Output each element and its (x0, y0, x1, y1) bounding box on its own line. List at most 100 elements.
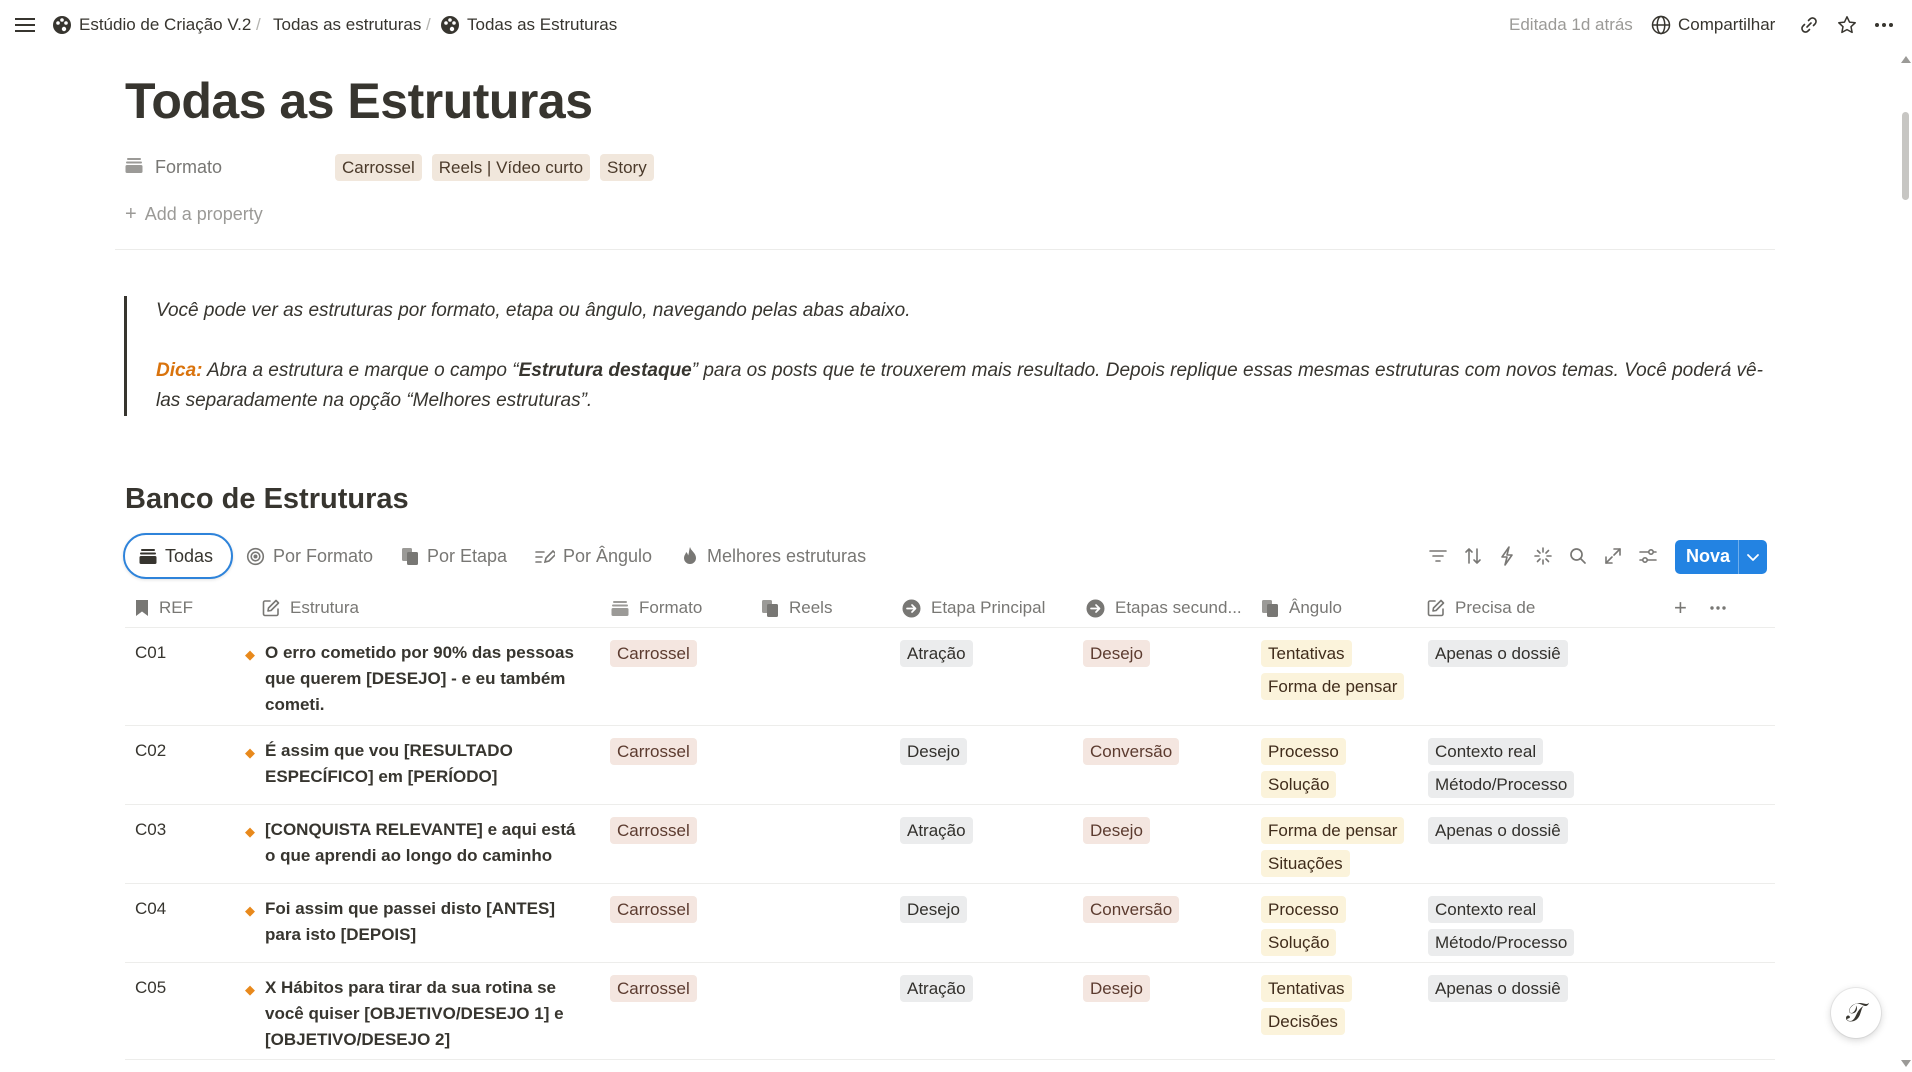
tag-etapa-secundaria: Desejo (1083, 640, 1150, 667)
tab-por-etapa[interactable]: Por Etapa (401, 533, 507, 579)
database-title[interactable]: Banco de Estruturas (125, 483, 409, 516)
precisa-cell[interactable]: Apenas o dossiê (1428, 817, 1568, 844)
lightning-icon[interactable] (1499, 543, 1515, 569)
formato-cell[interactable]: Carrossel (610, 738, 697, 765)
angulo-cell[interactable]: Tentativas Decisões (1261, 975, 1352, 1035)
diamond-icon: ◆ (245, 982, 255, 997)
breadcrumb-all-structures[interactable]: Todas as estruturas (273, 13, 421, 37)
angulo-cell[interactable]: Processo Solução (1261, 738, 1346, 798)
table-row[interactable]: C05 ◆ X Hábitos para tirar da sua rotina … (125, 963, 1775, 1060)
scroll-up-icon[interactable] (1901, 56, 1911, 63)
title-cell[interactable]: ◆ [CONQUISTA RELEVANTE] e aqui está o que… (245, 817, 585, 869)
title-cell[interactable]: ◆ X Hábitos para tirar da sua rotina se v… (245, 975, 585, 1053)
formato-cell[interactable]: Carrossel (610, 896, 697, 923)
sidebar-menu-icon[interactable] (13, 13, 37, 37)
copy-icon (761, 599, 789, 618)
angulo-cell[interactable]: Processo Solução (1261, 896, 1346, 956)
etapa-secundaria-cell[interactable]: Desejo (1083, 817, 1150, 844)
column-angulo[interactable]: Ângulo (1261, 595, 1342, 621)
table-row[interactable]: C04 ◆ Foi assim que passei disto [ANTES] … (125, 884, 1775, 963)
new-button[interactable]: Nova (1675, 540, 1767, 574)
chevron-down-icon[interactable] (1743, 545, 1763, 569)
formato-cell[interactable]: Carrossel (610, 817, 697, 844)
tag-formato: Carrossel (610, 817, 697, 844)
title-text: O erro cometido por 90% das pessoas que … (265, 643, 574, 714)
tag-angulo: Decisões (1261, 1008, 1345, 1035)
scroll-down-icon[interactable] (1901, 1060, 1911, 1067)
ref-cell: C01 (135, 643, 167, 662)
etapa-secundaria-cell[interactable]: Conversão (1083, 738, 1180, 765)
link-icon[interactable] (1797, 13, 1821, 37)
precisa-cell[interactable]: Contexto real Método/Processo (1428, 738, 1575, 798)
etapa-cell[interactable]: Atração (900, 640, 973, 667)
tag-etapa-secundaria: Desejo (1083, 817, 1150, 844)
title-cell[interactable]: ◆ O erro cometido por 90% das pessoas que… (245, 640, 585, 718)
formato-cell[interactable]: Carrossel (610, 640, 697, 667)
angulo-cell[interactable]: Tentativas Forma de pensar (1261, 640, 1405, 700)
column-ref[interactable]: REF (135, 595, 193, 621)
etapa-cell[interactable]: Atração (900, 975, 973, 1002)
tag-angulo: Situações (1261, 850, 1350, 877)
precisa-cell[interactable]: Apenas o dossiê (1428, 640, 1568, 667)
etapa-cell[interactable]: Atração (900, 817, 973, 844)
etapa-cell[interactable]: Desejo (900, 896, 967, 923)
breadcrumb-workspace[interactable]: Estúdio de Criação V.2 (79, 13, 251, 37)
scrollbar-thumb[interactable] (1902, 112, 1909, 200)
column-label: Etapa Principal (931, 598, 1046, 617)
property-values[interactable]: Carrossel Reels | Vídeo curto Story (335, 154, 654, 181)
column-formato[interactable]: Formato (611, 595, 702, 621)
table-row[interactable]: C03 ◆ [CONQUISTA RELEVANTE] e aqui está o… (125, 805, 1775, 884)
add-property-button[interactable]: + Add a property (125, 203, 263, 226)
tab-melhores-estruturas[interactable]: Melhores estruturas (681, 533, 866, 579)
star-icon[interactable] (1835, 13, 1859, 37)
add-column-button[interactable]: + (1674, 595, 1687, 621)
breadcrumb-current-page[interactable]: Todas as Estruturas (467, 13, 617, 37)
precisa-cell[interactable]: Contexto real Método/Processo (1428, 896, 1575, 956)
etapa-secundaria-cell[interactable]: Desejo (1083, 640, 1150, 667)
property-formato[interactable]: Formato Carrossel Reels | Vídeo curto St… (125, 153, 825, 183)
precisa-cell[interactable]: Apenas o dossiê (1428, 975, 1568, 1002)
share-button[interactable]: Compartilhar (1678, 13, 1775, 37)
search-icon[interactable] (1569, 543, 1587, 569)
column-etapa-principal[interactable]: Etapa Principal (902, 595, 1045, 621)
table-row[interactable]: C01 ◆ O erro cometido por 90% das pessoas… (125, 628, 1775, 726)
ai-assistant-button[interactable]: 𝒯 (1831, 988, 1881, 1038)
table-row[interactable]: C02 ◆ É assim que vou [RESULTADO ESPECÍFI… (125, 726, 1775, 805)
sort-icon[interactable] (1464, 543, 1482, 569)
settings-sliders-icon[interactable] (1639, 543, 1657, 569)
filter-icon[interactable] (1429, 543, 1447, 569)
scrollbar[interactable] (1898, 50, 1912, 1072)
tag-formato: Carrossel (610, 738, 697, 765)
tag-precisa: Contexto real (1428, 896, 1544, 923)
expand-icon[interactable] (1604, 543, 1622, 569)
tag-angulo: Tentativas (1261, 975, 1352, 1002)
etapa-secundaria-cell[interactable]: Conversão (1083, 896, 1180, 923)
tab-todas[interactable]: Todas (123, 533, 233, 579)
column-etapas-secundarias[interactable]: Etapas secund... (1086, 595, 1242, 621)
column-reels[interactable]: Reels (761, 595, 832, 621)
tab-por-angulo[interactable]: Por Ângulo (535, 533, 652, 579)
more-icon[interactable] (1872, 13, 1896, 37)
sparkle-icon[interactable] (1533, 543, 1553, 569)
copy-icon (1261, 599, 1289, 618)
tag-angulo: Processo (1261, 738, 1346, 765)
tag-formato: Carrossel (610, 640, 697, 667)
tag-carrossel: Carrossel (335, 154, 422, 181)
etapa-cell[interactable]: Desejo (900, 738, 967, 765)
tag-precisa: Método/Processo (1428, 771, 1575, 798)
title-cell[interactable]: ◆ É assim que vou [RESULTADO ESPECÍFICO] … (245, 738, 585, 790)
page-title[interactable]: Todas as Estruturas (125, 72, 593, 130)
column-precisa-de[interactable]: Precisa de (1427, 595, 1535, 621)
column-estrutura[interactable]: Estrutura (262, 595, 359, 621)
ref-cell: C05 (135, 978, 167, 997)
title-cell[interactable]: ◆ Foi assim que passei disto [ANTES] para… (245, 896, 585, 948)
formato-cell[interactable]: Carrossel (610, 975, 697, 1002)
table-header: REF Estrutura Formato Reels Etapa Princi… (125, 589, 1775, 628)
etapa-secundaria-cell[interactable]: Desejo (1083, 975, 1150, 1002)
tab-label: Por Formato (273, 545, 374, 566)
top-bar: Estúdio de Criação V.2 / Todas as estrut… (0, 0, 1912, 50)
column-more-icon[interactable] (1709, 595, 1737, 621)
angulo-cell[interactable]: Forma de pensar Situações (1261, 817, 1405, 877)
property-label: Formato (155, 157, 223, 177)
tab-por-formato[interactable]: Por Formato (246, 533, 373, 579)
